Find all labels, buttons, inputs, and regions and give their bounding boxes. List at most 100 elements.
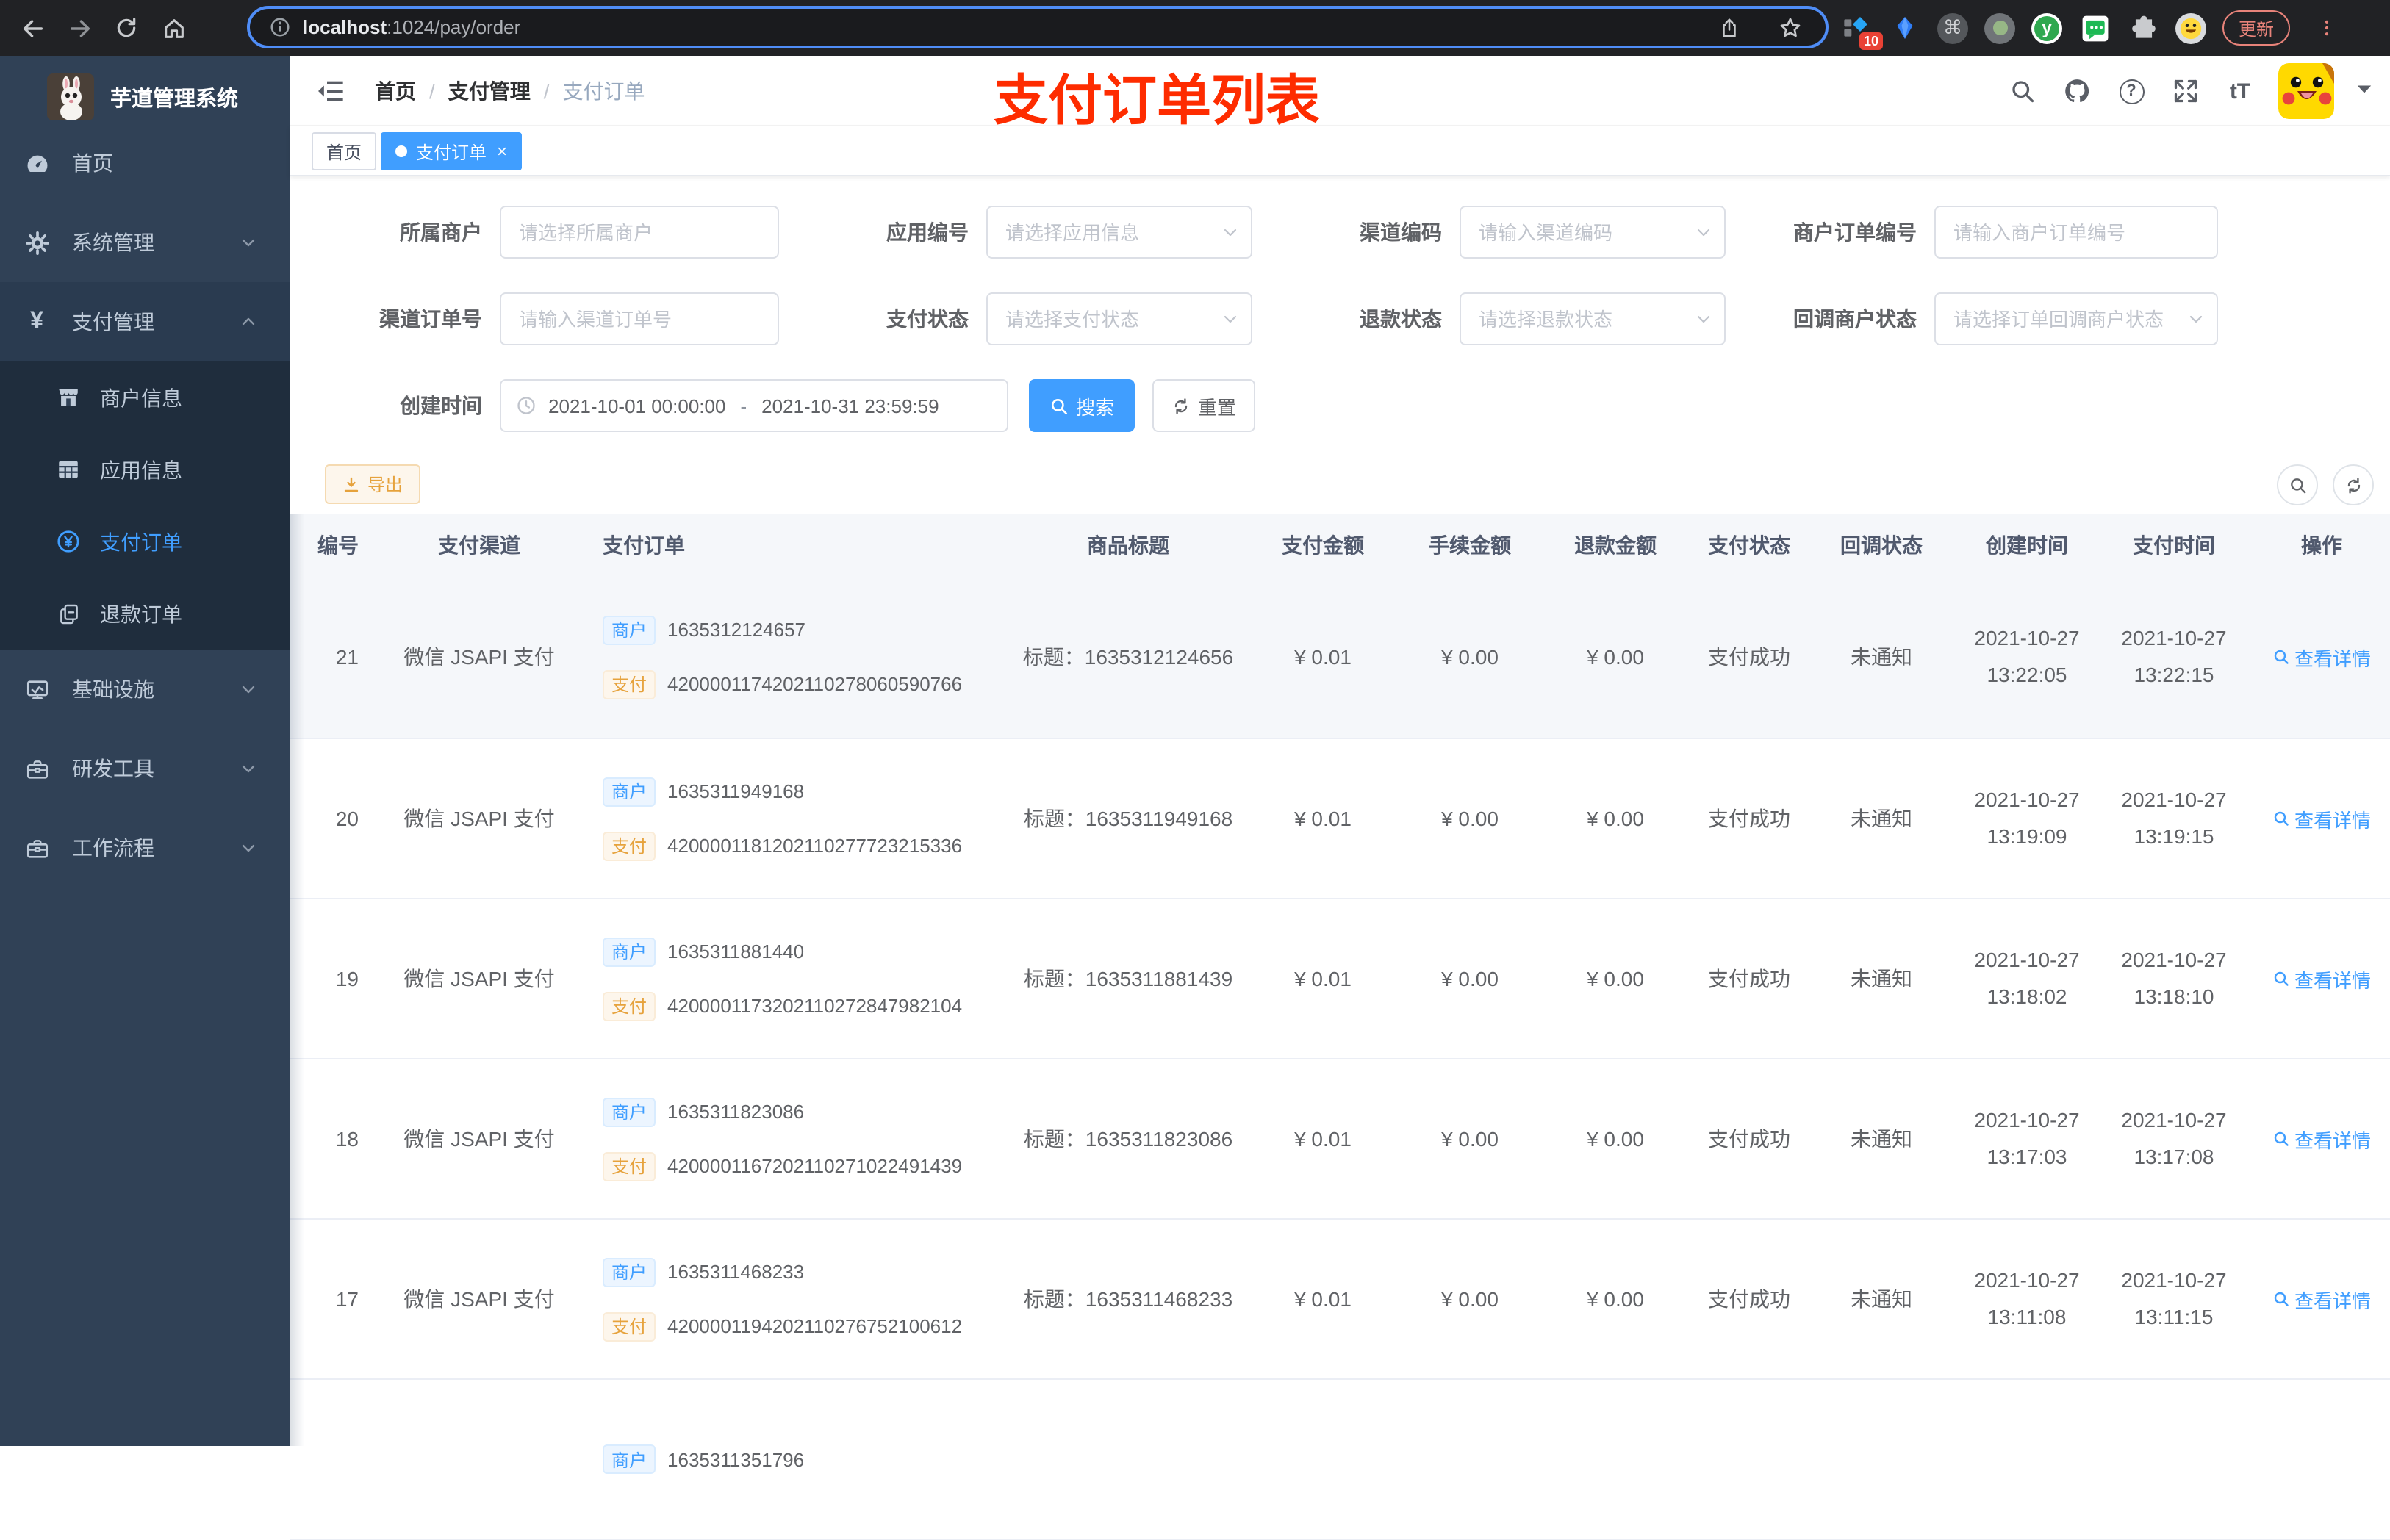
pay-tag: 支付: [603, 831, 656, 860]
pay-amount-cell: ¥ 0.01: [1294, 967, 1352, 990]
sidebar-item-workflow[interactable]: 工作流程: [0, 808, 290, 888]
pay-order-cell: 商户 1635311351796 支付: [588, 1380, 1014, 1539]
notify-status-select[interactable]: [1934, 292, 2218, 345]
share-icon[interactable]: [1708, 7, 1749, 48]
channel-pay-no: 4200001194202110276752100612: [667, 1315, 963, 1337]
github-icon[interactable]: [2061, 75, 2093, 107]
filter-refund-status: 退款状态: [1236, 292, 1726, 345]
channel-code-select[interactable]: [1460, 206, 1726, 259]
chat-extension-icon[interactable]: [2078, 12, 2111, 44]
refund-status-select[interactable]: [1460, 292, 1726, 345]
breadcrumb-payment[interactable]: 支付管理: [448, 76, 531, 106]
view-detail-link[interactable]: 查看详情: [2272, 965, 2371, 993]
sidebar: 芋道管理系统 首页 系统管理 ¥ 支付管理 商户信息 应用信息 支付订单 退款订…: [0, 56, 290, 1446]
pay-status-select[interactable]: [986, 292, 1252, 345]
sidebar-item-infrastructure[interactable]: 基础设施: [0, 650, 290, 729]
site-info-icon[interactable]: [265, 7, 294, 48]
address-bar[interactable]: localhost:1024/pay/order: [247, 6, 1829, 48]
view-detail-link[interactable]: 查看详情: [2272, 805, 2371, 832]
filter-pay-status: 支付状态: [763, 292, 1252, 345]
browser-back-icon[interactable]: [12, 7, 53, 48]
merchant-order-no-input[interactable]: [1934, 206, 2218, 259]
sidebar-item-app-info[interactable]: 应用信息: [0, 433, 290, 505]
sidebar-fold-icon[interactable]: [316, 76, 345, 113]
extension-pinned-icon[interactable]: 10: [1840, 12, 1883, 50]
created-time-cell: 2021-10-27 13:11:08: [1974, 1268, 2080, 1328]
tag-close-icon[interactable]: ×: [497, 143, 507, 160]
show-search-button[interactable]: [2277, 464, 2318, 505]
view-detail-link[interactable]: 查看详情: [2272, 643, 2371, 671]
search-button[interactable]: 搜索: [1029, 379, 1135, 432]
browser-forward-icon[interactable]: [59, 7, 100, 48]
filter-app: 应用编号: [763, 206, 1252, 259]
sidebar-item-dev-tools[interactable]: 研发工具: [0, 729, 290, 808]
goods-title-cell: 标题：1635311823086: [1023, 1127, 1233, 1151]
tag-home[interactable]: 首页: [312, 132, 377, 170]
user-avatar[interactable]: [2278, 63, 2334, 119]
browser-menu-icon[interactable]: [2306, 7, 2347, 48]
fullscreen-icon[interactable]: [2170, 75, 2202, 107]
date-range-picker[interactable]: 2021-10-01 00:00:00 - 2021-10-31 23:59:5…: [500, 379, 1008, 432]
merchant-tag: 商户: [603, 1444, 656, 1474]
dot-extension-icon[interactable]: [1984, 12, 2015, 43]
tag-pay-order[interactable]: 支付订单 ×: [381, 132, 523, 170]
sidebar-item-system[interactable]: 系统管理: [0, 203, 290, 282]
search-icon[interactable]: [2006, 75, 2039, 107]
browser-update-button[interactable]: 更新: [2222, 10, 2291, 46]
browser-reload-icon[interactable]: [106, 7, 147, 48]
extension-toolbar: 10 ⌘ y 更新: [1840, 0, 2347, 56]
pay-status-cell: 支付成功: [1708, 645, 1790, 669]
browser-home-icon[interactable]: [153, 7, 194, 48]
sidebar-item-refund-order[interactable]: 退款订单: [0, 578, 290, 650]
goods-title-cell: 标题：1635311949168: [1023, 807, 1233, 830]
merchant-order-no: 1635311823086: [667, 1101, 805, 1123]
sidebar-item-merchant-info[interactable]: 商户信息: [0, 361, 290, 433]
paid-time-cell: 2021-10-27 13:22:15: [2121, 626, 2227, 686]
created-time-cell: 2021-10-27 13:19:09: [1974, 788, 2080, 848]
sidebar-item-payment[interactable]: ¥ 支付管理: [0, 282, 290, 361]
table-row: 21 微信 JSAPI 支付 商户 1635312124657 支付 42000…: [290, 576, 2390, 739]
gem-extension-icon[interactable]: [1889, 12, 1921, 44]
fee-amount-cell: ¥ 0.00: [1441, 1127, 1499, 1151]
order-id-cell: 17: [335, 1287, 359, 1311]
breadcrumb-home[interactable]: 首页: [375, 76, 416, 106]
help-icon[interactable]: ?: [2115, 75, 2147, 107]
refresh-button[interactable]: [2333, 464, 2374, 505]
chevron-down-icon: [240, 680, 257, 698]
pay-channel-cell: 微信 JSAPI 支付: [403, 1287, 555, 1311]
reset-button[interactable]: 重置: [1152, 379, 1255, 432]
action-cell: 查看详情: [2253, 899, 2390, 1058]
export-button[interactable]: 导出: [325, 464, 421, 504]
refund-amount-cell: ¥ 0.00: [1587, 1127, 1644, 1151]
y-extension-icon[interactable]: y: [2031, 12, 2062, 43]
pay-tag: 支付: [603, 1311, 656, 1341]
bookmark-star-icon[interactable]: [1770, 7, 1811, 48]
font-size-icon[interactable]: tT: [2224, 75, 2256, 107]
merchant-tag: 商户: [603, 1097, 656, 1126]
filter-merchant: 所属商户: [276, 206, 779, 259]
channel-pay-no: 4200001181202110277723215336: [667, 835, 963, 857]
order-id-cell: [290, 1380, 370, 1539]
emoji-extension-icon[interactable]: [2175, 12, 2206, 43]
view-detail-link[interactable]: 查看详情: [2272, 1125, 2371, 1153]
order-id-cell: 21: [335, 645, 359, 669]
puzzle-extensions-icon[interactable]: [2127, 12, 2159, 44]
pay-order-cell: 商户 1635311468233 支付 42000011942021102767…: [588, 1220, 1014, 1378]
table-row: 20 微信 JSAPI 支付 商户 1635311949168 支付 42000…: [290, 739, 2390, 899]
sidebar-item-home[interactable]: 首页: [0, 123, 290, 203]
app-title: 芋道管理系统: [110, 87, 238, 111]
monitor-icon: [24, 676, 50, 702]
chevron-down-icon: [240, 839, 257, 857]
merchant-input[interactable]: [500, 206, 779, 259]
channel-order-no-input[interactable]: [500, 292, 779, 345]
command-extension-icon[interactable]: ⌘: [1937, 12, 1968, 43]
magnifier-icon: [2274, 811, 2289, 826]
avatar-caret-icon[interactable]: [2356, 83, 2372, 99]
app-select[interactable]: [986, 206, 1252, 259]
pay-channel-cell: 微信 JSAPI 支付: [403, 1127, 555, 1151]
tags-view: 首页 支付订单 ×: [290, 126, 2390, 176]
action-cell: 查看详情: [2253, 576, 2390, 738]
view-detail-link[interactable]: 查看详情: [2272, 1285, 2371, 1313]
sidebar-item-pay-order[interactable]: 支付订单: [0, 505, 290, 578]
chevron-down-icon: [240, 760, 257, 777]
